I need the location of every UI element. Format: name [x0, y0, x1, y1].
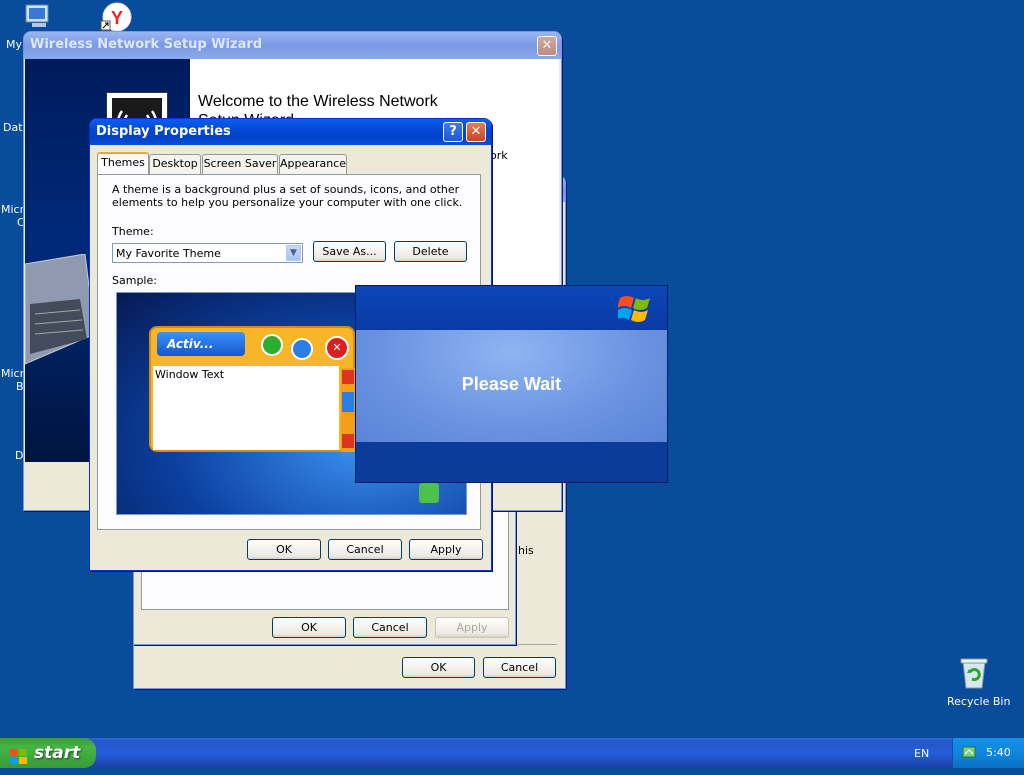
preview-logo-icon [419, 483, 439, 503]
help-button[interactable]: ? [443, 122, 463, 142]
save-as-button[interactable]: Save As... [313, 241, 386, 262]
preview-scrollbar [341, 368, 355, 452]
taskbar [0, 738, 1024, 768]
desktop-icon-label: Dat [3, 121, 23, 134]
network-icon[interactable] [962, 745, 976, 759]
recycle-bin-icon[interactable] [958, 656, 990, 690]
ok-button[interactable]: OK [402, 657, 475, 678]
please-wait-dialog: Please Wait [355, 285, 668, 483]
ok-button[interactable]: OK [247, 539, 321, 560]
wizard-heading: Welcome to the Wireless Network [198, 93, 438, 110]
svg-text:Y: Y [111, 8, 123, 28]
start-button[interactable]: start [0, 738, 96, 768]
windows-logo-icon [615, 292, 652, 324]
ok-button[interactable]: OK [272, 617, 346, 638]
tab-desktop[interactable]: Desktop [149, 154, 201, 174]
preview-window-text: Window Text [155, 368, 225, 381]
clock[interactable]: 5:40 [986, 746, 1011, 759]
laptop-image [25, 253, 96, 374]
theme-select-value: My Favorite Theme [116, 247, 221, 260]
close-icon: ✕ [325, 336, 349, 360]
display-properties-titlebar: Display Properties [90, 119, 491, 145]
theme-label: Theme: [112, 225, 154, 238]
my-computer-icon[interactable] [22, 2, 54, 30]
tab-screen-saver[interactable]: Screen Saver [202, 154, 278, 174]
cancel-button[interactable]: Cancel [483, 657, 556, 678]
preview-window: Activ... ✕ Window Text [149, 326, 355, 452]
maximize-icon [291, 338, 313, 360]
desktop-icon-label: Micr [1, 203, 25, 216]
desktop-icon-label: My [6, 38, 23, 51]
cancel-button[interactable]: Cancel [328, 539, 402, 560]
partial-text: his [518, 544, 534, 557]
close-button[interactable]: ✕ [537, 36, 557, 56]
preview-window-body: Window Text [153, 366, 339, 450]
apply-button[interactable]: Apply [435, 617, 509, 638]
recycle-bin-label: Recycle Bin [947, 695, 1011, 708]
start-label: start [34, 743, 81, 763]
window-title: Display Properties [96, 124, 231, 139]
desktop-icon-label: Micr [1, 367, 25, 380]
theme-select[interactable]: My Favorite Theme ▼ [112, 243, 303, 263]
windows-logo-icon [10, 745, 28, 764]
theme-description: A theme is a background plus a set of so… [112, 183, 463, 209]
close-button[interactable]: ✕ [466, 122, 486, 142]
tab-appearance[interactable]: Appearance [279, 154, 347, 174]
wizard-body-partial: ork [490, 149, 508, 162]
delete-button[interactable]: Delete [394, 241, 467, 262]
apply-button[interactable]: Apply [409, 539, 483, 560]
splash-bottom-bar [356, 442, 667, 482]
window-title: Wireless Network Setup Wizard [30, 37, 263, 52]
desktop: { "desktop": { "icon_label_my": "My", "i… [0, 0, 1024, 768]
please-wait-text: Please Wait [461, 374, 562, 394]
language-indicator[interactable]: EN [914, 747, 929, 760]
minimize-icon [261, 334, 283, 356]
chevron-down-icon[interactable]: ▼ [286, 245, 301, 261]
system-tray: 5:40 [952, 738, 1024, 768]
sample-label: Sample: [112, 274, 157, 287]
preview-window-title: Activ... [157, 332, 245, 356]
cancel-button[interactable]: Cancel [353, 617, 427, 638]
wizard-titlebar: Wireless Network Setup Wizard [24, 32, 561, 59]
yandex-browser-icon[interactable]: Y [100, 2, 134, 32]
tab-themes[interactable]: Themes [97, 152, 149, 175]
